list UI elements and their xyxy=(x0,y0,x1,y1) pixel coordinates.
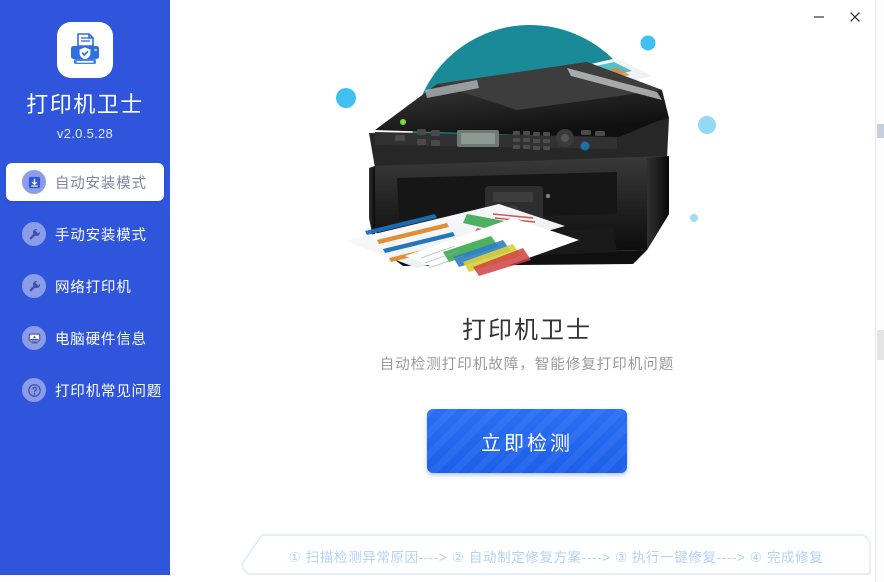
sidebar-item-network-printer[interactable]: 网络打印机 xyxy=(6,267,164,305)
sidebar-bottom-edge xyxy=(0,575,170,582)
wrench-icon xyxy=(22,274,46,298)
sidebar-item-label: 网络打印机 xyxy=(55,279,132,296)
sidebar-item-auto-install[interactable]: 自动安装模式 xyxy=(6,163,164,201)
sidebar-item-label: 自动安装模式 xyxy=(55,175,147,192)
step-flow-bar: ① 扫描检测异常原因----> ② 自动制定修复方案----> ③ 执行一键修复… xyxy=(240,534,872,578)
page-title: 打印机卫士 xyxy=(462,317,592,344)
app-window: 打印机卫士 v2.0.5.28 自动安装模式 手动安装模式 网络打印机 电脑硬件… xyxy=(0,0,884,582)
page-subtitle: 自动检测打印机故障，智能修复打印机问题 xyxy=(379,357,675,373)
sidebar-item-manual-install[interactable]: 手动安装模式 xyxy=(6,215,164,253)
sidebar-nav: 自动安装模式 手动安装模式 网络打印机 电脑硬件信息 打印机常见问题 xyxy=(0,163,170,409)
sidebar-item-label: 打印机常见问题 xyxy=(55,383,163,400)
decor-dot xyxy=(640,35,656,51)
sidebar-item-faq[interactable]: 打印机常见问题 xyxy=(6,371,164,409)
sidebar-item-label: 电脑硬件信息 xyxy=(55,331,147,348)
decor-dot xyxy=(690,214,698,222)
decor-dot xyxy=(698,116,716,134)
monitor-icon xyxy=(22,326,46,350)
printer-shield-logo-icon xyxy=(57,22,113,78)
background-window-edge xyxy=(875,0,884,582)
main-content: 打印机卫士 自动检测打印机故障，智能修复打印机问题 立即检测 ① 扫描检测异常原… xyxy=(170,0,884,582)
question-circle-icon xyxy=(22,378,46,402)
sidebar-item-hardware-info[interactable]: 电脑硬件信息 xyxy=(6,319,164,357)
app-version: v2.0.5.28 xyxy=(56,126,114,141)
decor-dot xyxy=(336,88,356,108)
cta-container: 立即检测 xyxy=(170,409,884,473)
detect-now-button[interactable]: 立即检测 xyxy=(427,409,627,473)
app-name: 打印机卫士 xyxy=(26,92,144,117)
multifunction-printer-illustration xyxy=(170,18,884,303)
download-box-icon xyxy=(22,170,46,194)
wrench-icon xyxy=(22,222,46,246)
sidebar: 打印机卫士 v2.0.5.28 自动安装模式 手动安装模式 网络打印机 电脑硬件… xyxy=(0,0,170,575)
sidebar-item-label: 手动安装模式 xyxy=(55,227,147,244)
step-flow-text: ① 扫描检测异常原因----> ② 自动制定修复方案----> ③ 执行一键修复… xyxy=(288,550,824,565)
app-logo xyxy=(0,0,170,78)
